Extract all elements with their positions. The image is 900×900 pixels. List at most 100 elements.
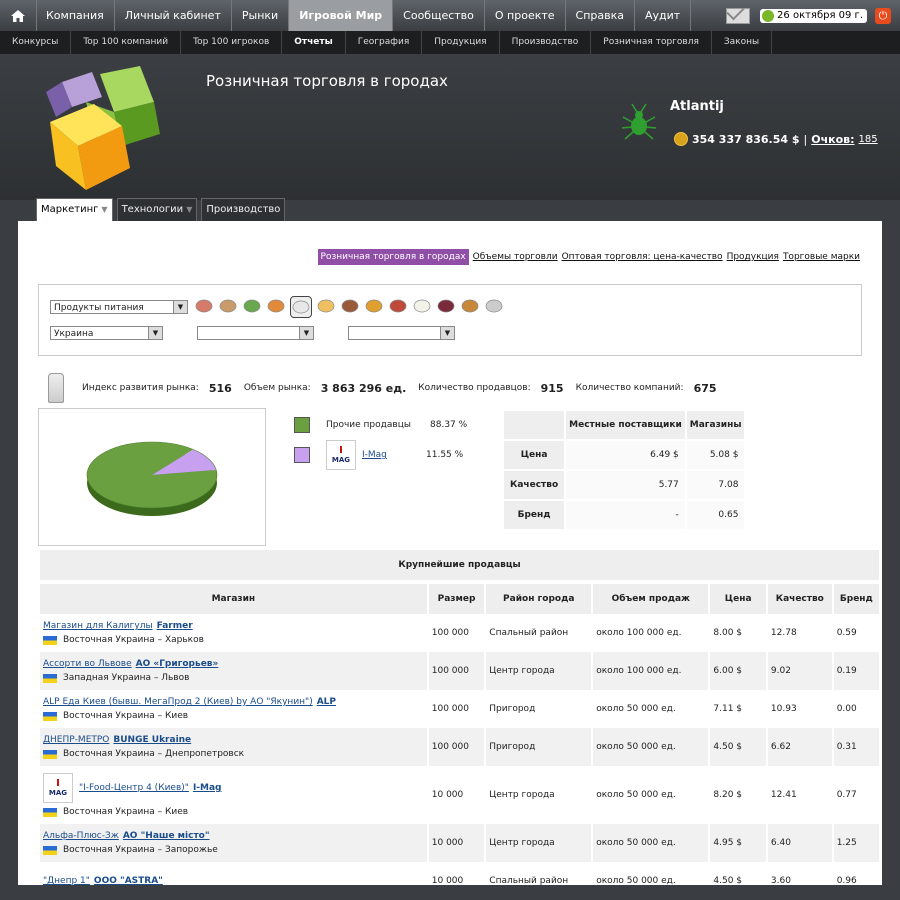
sellers-th[interactable]: Размер <box>428 584 485 614</box>
top-nav-item[interactable]: Сообщество <box>393 0 485 31</box>
report-tab[interactable]: Объемы торговли <box>473 252 558 262</box>
meat-icon[interactable] <box>388 296 408 316</box>
cell-volume: около 50 000 ед. <box>593 728 709 766</box>
top-nav-item[interactable]: Игровой Мир <box>289 0 394 31</box>
points-value[interactable]: 185 <box>859 134 878 145</box>
cheese-icon[interactable] <box>412 296 432 316</box>
juice-icon[interactable] <box>364 296 384 316</box>
tab-label: Технологии <box>121 204 184 215</box>
shop-link[interactable]: Ассорти во Львове <box>43 659 132 669</box>
market-share-pie <box>86 441 218 516</box>
berries-icon[interactable] <box>436 296 456 316</box>
company-link[interactable]: Farmer <box>157 621 193 631</box>
user-name[interactable]: Atlantij <box>670 99 724 114</box>
cell-quality: 6.40 <box>767 824 832 862</box>
shop-link[interactable]: ДНЕПР-МЕТРО <box>43 735 109 745</box>
sub-nav-item[interactable]: Законы <box>712 31 773 54</box>
legend-link[interactable]: I-Mag <box>362 450 412 460</box>
canned-food-icon[interactable] <box>242 296 262 316</box>
cell-brand: 1.25 <box>833 824 879 862</box>
shop-link[interactable]: Альфа-Плюс-Зж <box>43 831 119 841</box>
table-row: I MAG "I-Food-Центр 4 (Киев)" I-Mag Восточна… <box>40 766 879 824</box>
milk-icon[interactable] <box>290 296 312 318</box>
sub-nav-item[interactable]: Top 100 компаний <box>71 31 182 54</box>
candy-icon[interactable] <box>266 296 286 316</box>
cell-size: 10 000 <box>428 824 485 862</box>
sellers-th[interactable]: Район города <box>486 584 592 614</box>
top-nav-item[interactable]: О проекте <box>485 0 566 31</box>
shop-region: Восточная Украина – Днепропетровск <box>43 749 424 759</box>
date-text: 26 октября 09 г. <box>777 10 863 21</box>
report-tabs: Розничная торговля в городах Объемы торго… <box>314 249 860 265</box>
sub-nav-item[interactable]: Top 100 игроков <box>181 31 283 54</box>
cell-price: 4.50 $ <box>713 876 743 886</box>
sub-nav-item[interactable]: Производство <box>500 31 592 54</box>
tab-item[interactable]: Производство <box>201 198 286 221</box>
legend-percent: 88.37 % <box>430 420 468 430</box>
report-tab[interactable]: Торговые марки <box>783 252 860 262</box>
tab-item[interactable]: Технологии ▼ <box>116 198 198 221</box>
top-nav-item[interactable]: Справка <box>566 0 636 31</box>
ukraine-flag-icon <box>43 845 57 855</box>
sub-nav-item[interactable]: Розничная торговля <box>591 31 712 54</box>
region-select[interactable]: ▼ <box>197 326 314 340</box>
company-link[interactable]: ALP <box>317 697 336 707</box>
price-table-header: Местные поставщики Магазины <box>504 411 745 439</box>
report-tab[interactable]: Оптовая торговля: цена-качество <box>562 252 723 262</box>
imag-logo-bottom: MAG <box>331 456 351 464</box>
category-select[interactable]: Продукты питания ▼ <box>50 300 188 314</box>
cell-volume: около 50 000 ед. <box>596 876 676 886</box>
mail-icon[interactable] <box>726 7 751 24</box>
points-link[interactable]: Очков: <box>811 133 854 146</box>
top-nav-item[interactable]: Компания <box>36 0 115 31</box>
shop-link[interactable]: "I-Food-Центр 4 (Киев)" <box>79 783 189 793</box>
top-nav-item[interactable]: Личный кабинет <box>115 0 232 31</box>
bread-icon[interactable] <box>460 296 480 316</box>
home-button[interactable] <box>0 0 37 31</box>
tab-item[interactable]: Маркетинг ▼ <box>36 198 113 221</box>
company-link[interactable]: АО «Григорьев» <box>136 659 219 669</box>
ice-cream-icon[interactable] <box>340 296 360 316</box>
company-link[interactable]: АО "Наше місто" <box>123 831 210 841</box>
filter-box: Продукты питания ▼ Украина ▼ ▼ ▼ <box>38 284 862 356</box>
shop-link[interactable]: ALP Еда Киев (бывш. МегаПрод 2 (Киев) by… <box>43 697 313 707</box>
logout-icon[interactable]: ⏻ <box>875 7 891 24</box>
index-value: 516 <box>208 381 232 395</box>
sellers-th[interactable]: Качество <box>767 584 832 614</box>
region-text: Западная Украина – Львов <box>63 673 190 683</box>
shop-link[interactable]: Магазин для Калигулы <box>43 621 153 631</box>
imag-logo: I MAG <box>43 773 73 803</box>
shop-region: Западная Украина – Львов <box>43 673 424 683</box>
sub-nav-item[interactable]: Отчеты <box>282 31 346 54</box>
cake-icon[interactable] <box>218 296 238 316</box>
sellers-th[interactable]: Цена <box>710 584 766 614</box>
sellers-th[interactable]: Магазин <box>40 584 427 614</box>
cell-volume: около 50 000 ед. <box>593 824 709 862</box>
company-link[interactable]: I-Mag <box>193 783 222 793</box>
report-tab[interactable]: Розничная торговля в городах <box>317 249 469 265</box>
eggs-icon[interactable] <box>484 296 504 316</box>
cell-size: 100 000 <box>428 652 485 690</box>
cell-size: 100 000 <box>431 628 469 638</box>
table-row: Ассорти во Львове АО «Григорьев» Западная … <box>40 652 879 690</box>
report-tab[interactable]: Продукция <box>727 252 779 262</box>
yogurt-icon[interactable] <box>316 296 336 316</box>
shop-cell: Магазин для Калигулы Farmer Восточная Укра… <box>40 614 427 652</box>
top-nav-item[interactable]: Аудит <box>635 0 692 31</box>
sub-nav-item[interactable]: Конкурсы <box>0 31 72 54</box>
city-select[interactable]: ▼ <box>348 326 455 340</box>
country-select[interactable]: Украина ▼ <box>50 326 163 340</box>
price-row-label: Цена <box>504 441 565 469</box>
region-text: Восточная Украина – Киев <box>63 807 189 817</box>
top-nav-item[interactable]: Рынки <box>232 0 290 31</box>
table-row: Магазин для Калигулы Farmer Восточная Укра… <box>40 614 879 652</box>
cell-price: 8.00 $ <box>713 628 743 638</box>
sellers-th[interactable]: Объем продаж <box>593 584 709 614</box>
sub-nav-item[interactable]: География <box>346 31 423 54</box>
sausage-icon[interactable] <box>194 296 214 316</box>
sellers-th[interactable]: Бренд <box>833 584 879 614</box>
market-stats: Индекс развития рынка: 516 Объем рынка: 3 … <box>48 373 729 403</box>
sub-nav-item[interactable]: Продукция <box>422 31 500 54</box>
ukraine-flag-icon <box>43 673 57 683</box>
company-link[interactable]: BUNGE Ukraine <box>113 735 191 745</box>
